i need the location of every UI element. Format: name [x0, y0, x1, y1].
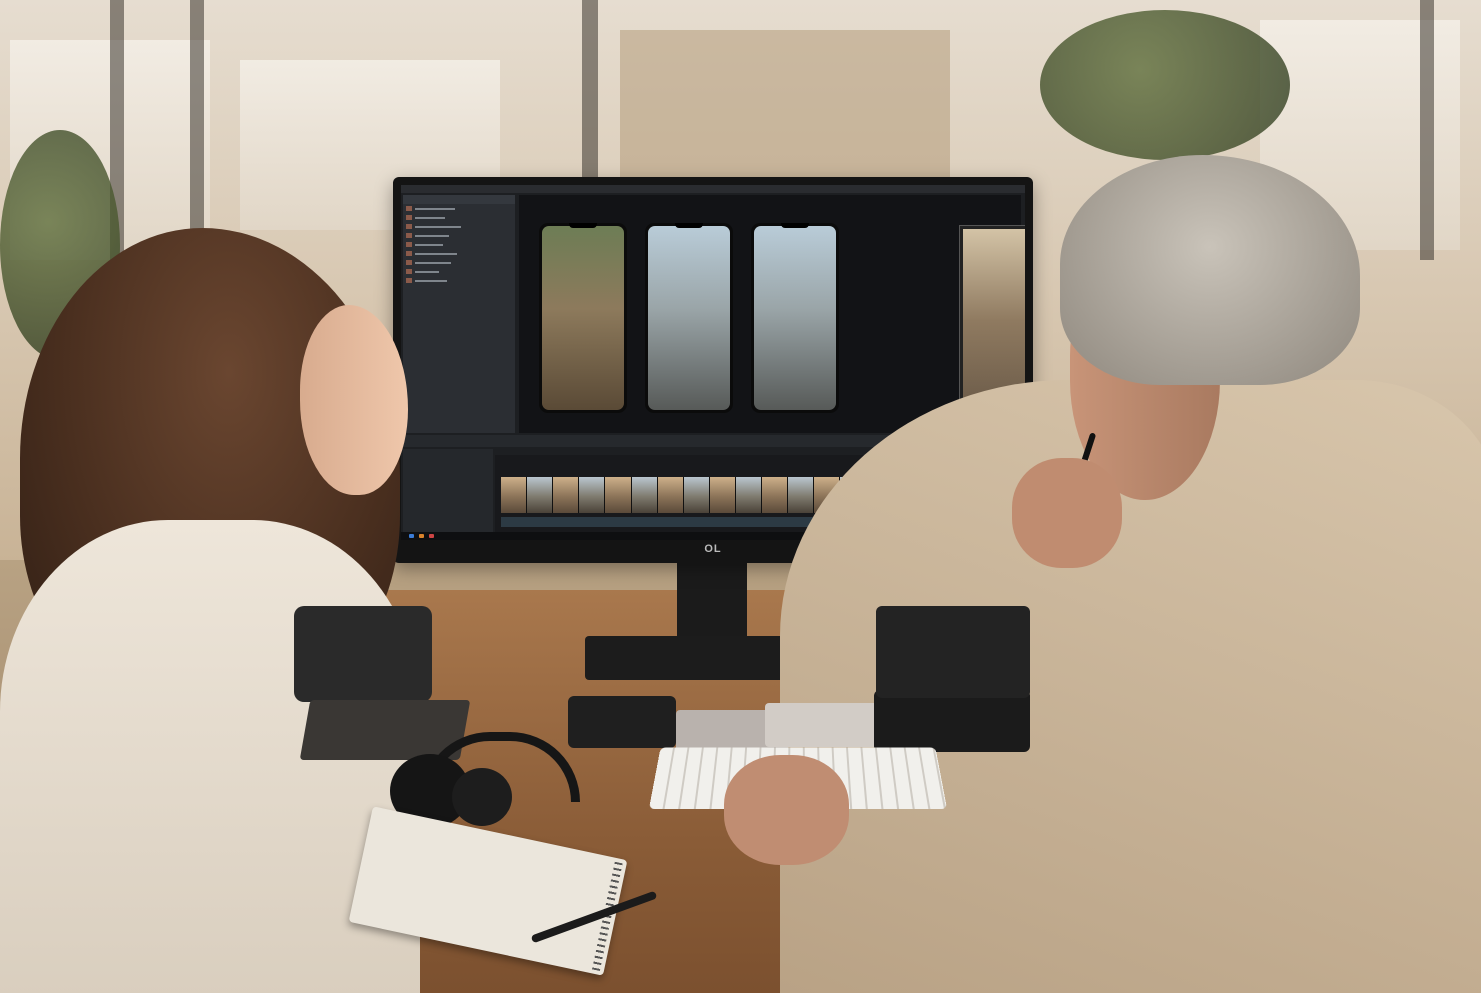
timeline-clip[interactable]	[683, 477, 710, 513]
app-titlebar	[401, 185, 1025, 193]
panel-row[interactable]	[403, 249, 515, 258]
folder-icon[interactable]	[409, 534, 414, 538]
panel-row[interactable]	[403, 267, 515, 276]
pillar	[582, 0, 598, 180]
headphones	[390, 732, 586, 828]
panel-row[interactable]	[403, 204, 515, 213]
man-hand-keyboard	[724, 755, 849, 865]
timeline-clip[interactable]	[709, 477, 736, 513]
timeline-clip[interactable]	[501, 477, 528, 513]
scissors-icon[interactable]	[429, 534, 434, 538]
plant	[1040, 10, 1290, 160]
sample-tile	[765, 703, 879, 747]
photo-scene: OL	[0, 0, 1481, 993]
timeline-clip[interactable]	[605, 477, 632, 513]
timeline-clip[interactable]	[527, 477, 554, 513]
panel-row[interactable]	[403, 240, 515, 249]
phone-preview[interactable]	[539, 223, 627, 413]
storage-unit	[874, 690, 1030, 752]
storage-unit	[876, 606, 1030, 698]
panel-row[interactable]	[403, 276, 515, 285]
shelf	[620, 30, 950, 180]
monitor-stand-neck	[677, 563, 747, 643]
panel-header	[403, 195, 515, 204]
phone-preview[interactable]	[751, 223, 839, 413]
timeline-clip[interactable]	[657, 477, 684, 513]
speaker	[294, 606, 432, 702]
panel-row[interactable]	[403, 222, 515, 231]
pillar	[1420, 0, 1434, 260]
man-hand-chin	[1012, 458, 1122, 568]
timeline-clip[interactable]	[579, 477, 606, 513]
timeline-clip[interactable]	[631, 477, 658, 513]
timeline-clip[interactable]	[735, 477, 763, 513]
external-drive	[568, 696, 676, 748]
timeline-clip[interactable]	[762, 477, 789, 513]
program-viewer	[519, 195, 1025, 433]
timeline-clip[interactable]	[553, 477, 580, 513]
panel-row[interactable]	[403, 258, 515, 267]
timeline-clip[interactable]	[788, 477, 815, 513]
timeline-track-headers	[403, 449, 493, 537]
play-icon[interactable]	[419, 534, 424, 538]
panel-row[interactable]	[403, 213, 515, 222]
panel-row[interactable]	[403, 231, 515, 240]
project-panel	[403, 195, 515, 433]
phone-preview[interactable]	[645, 223, 733, 413]
